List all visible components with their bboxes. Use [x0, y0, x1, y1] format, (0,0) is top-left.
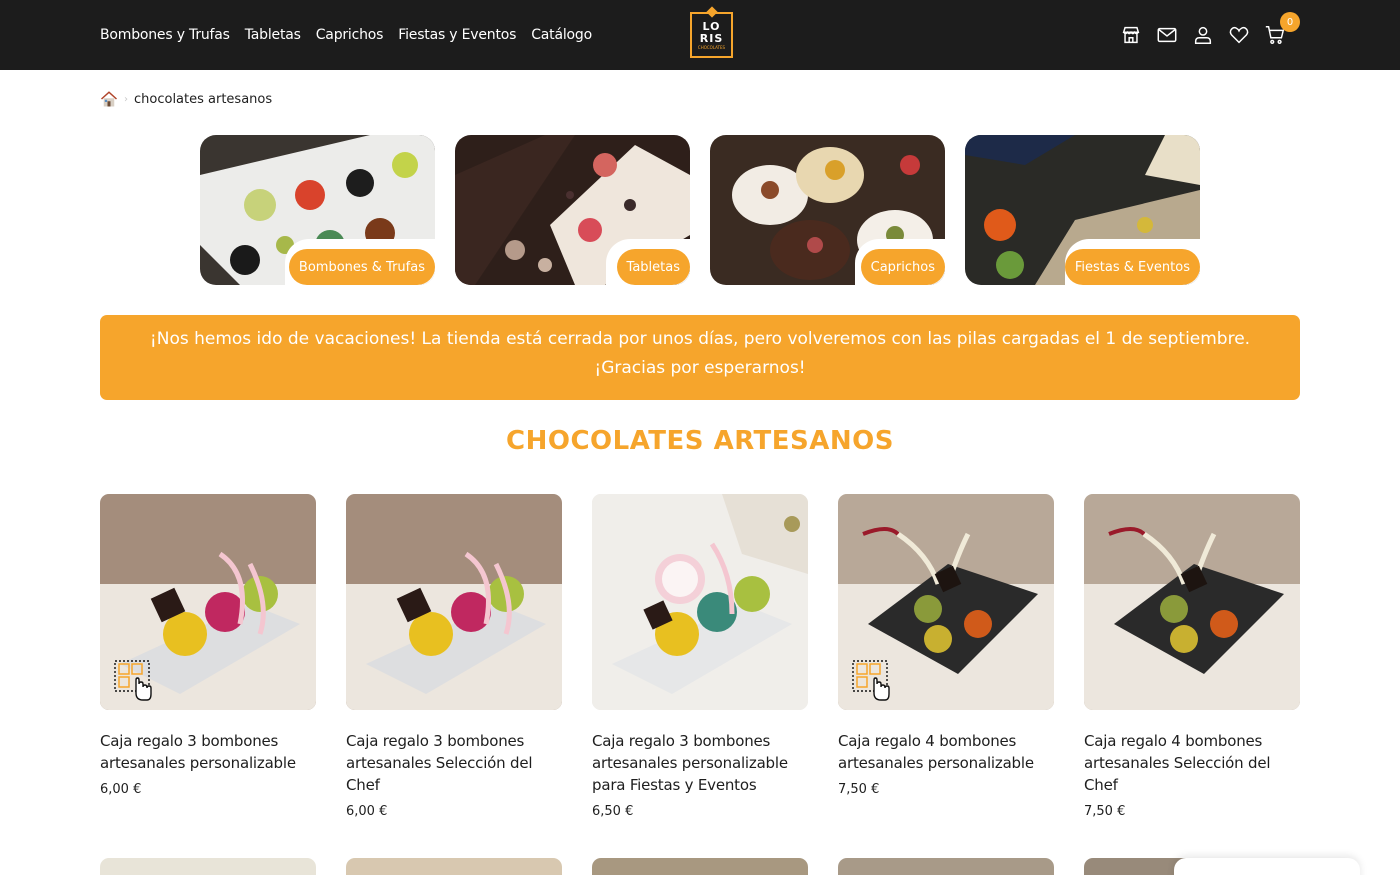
category-label: Tabletas: [616, 249, 690, 285]
nav-fiestas-eventos[interactable]: Fiestas y Eventos: [398, 27, 516, 43]
chat-widget[interactable]: [1174, 858, 1360, 875]
nav-caprichos[interactable]: Caprichos: [316, 27, 384, 43]
product-card[interactable]: Caja regalo 3 bombones artesanales perso…: [592, 494, 808, 819]
logo-line2: RIS: [699, 31, 724, 45]
product-card[interactable]: Caja regalo 4 bombones artesanales Selec…: [1084, 494, 1300, 819]
header-icons: 0: [1120, 0, 1300, 70]
product-image[interactable]: [1084, 494, 1300, 710]
breadcrumb-separator: ›: [124, 93, 128, 105]
customize-icon: [852, 660, 890, 701]
store-icon[interactable]: [1120, 24, 1142, 46]
main-nav: Bombones y Trufas Tabletas Caprichos Fie…: [100, 0, 592, 70]
vacation-notice: ¡Nos hemos ido de vacaciones! La tienda …: [100, 315, 1300, 400]
cart-button[interactable]: 0: [1264, 12, 1300, 46]
product-image-partial[interactable]: [592, 858, 808, 875]
mail-icon[interactable]: [1156, 24, 1178, 46]
product-name[interactable]: Caja regalo 3 bombones artesanales perso…: [592, 730, 808, 796]
product-image-partial[interactable]: [838, 858, 1054, 875]
nav-tabletas[interactable]: Tabletas: [245, 27, 301, 43]
product-name[interactable]: Caja regalo 4 bombones artesanales perso…: [838, 730, 1054, 774]
cart-count-badge: 0: [1280, 12, 1300, 32]
logo-tagline: CHOCOLATES: [697, 44, 726, 50]
nav-catalogo[interactable]: Catálogo: [531, 27, 592, 43]
category-label: Fiestas & Eventos: [1064, 249, 1200, 285]
category-label: Bombones & Trufas: [288, 249, 435, 285]
category-card-caprichos[interactable]: Caprichos: [710, 135, 945, 285]
category-card-tabletas[interactable]: Tabletas: [455, 135, 690, 285]
product-price: 6,00 €: [100, 782, 142, 797]
category-card-bombones[interactable]: Bombones & Trufas: [200, 135, 435, 285]
product-card[interactable]: Caja regalo 3 bombones artesanales perso…: [100, 494, 316, 797]
logo-line1: LO: [702, 19, 721, 33]
breadcrumb: › chocolates artesanos: [100, 88, 272, 110]
product-image[interactable]: [346, 494, 562, 710]
product-price: 7,50 €: [838, 782, 880, 797]
product-name[interactable]: Caja regalo 3 bombones artesanales perso…: [100, 730, 316, 774]
logo-diamond: [706, 6, 718, 18]
product-price: 6,50 €: [592, 804, 634, 819]
product-image[interactable]: [100, 494, 316, 710]
heart-icon[interactable]: [1228, 24, 1250, 46]
site-logo[interactable]: LO RIS CHOCOLATES: [690, 6, 733, 58]
product-card[interactable]: Caja regalo 4 bombones artesanales perso…: [838, 494, 1054, 797]
product-price: 6,00 €: [346, 804, 388, 819]
product-name[interactable]: Caja regalo 3 bombones artesanales Selec…: [346, 730, 562, 796]
page-title: CHOCOLATES ARTESANOS: [506, 426, 894, 456]
product-card[interactable]: Caja regalo 3 bombones artesanales Selec…: [346, 494, 562, 819]
user-icon[interactable]: [1192, 24, 1214, 46]
breadcrumb-current: chocolates artesanos: [134, 91, 273, 107]
product-image-partial[interactable]: [100, 858, 316, 875]
category-label: Caprichos: [860, 249, 945, 285]
home-icon[interactable]: [100, 90, 118, 108]
customize-icon: [114, 660, 152, 701]
product-price: 7,50 €: [1084, 804, 1126, 819]
category-card-fiestas[interactable]: Fiestas & Eventos: [965, 135, 1200, 285]
product-name[interactable]: Caja regalo 4 bombones artesanales Selec…: [1084, 730, 1300, 796]
product-image[interactable]: [592, 494, 808, 710]
site-header: Bombones y Trufas Tabletas Caprichos Fie…: [0, 0, 1400, 70]
product-image[interactable]: [838, 494, 1054, 710]
product-image-partial[interactable]: [346, 858, 562, 875]
nav-bombones-trufas[interactable]: Bombones y Trufas: [100, 27, 230, 43]
